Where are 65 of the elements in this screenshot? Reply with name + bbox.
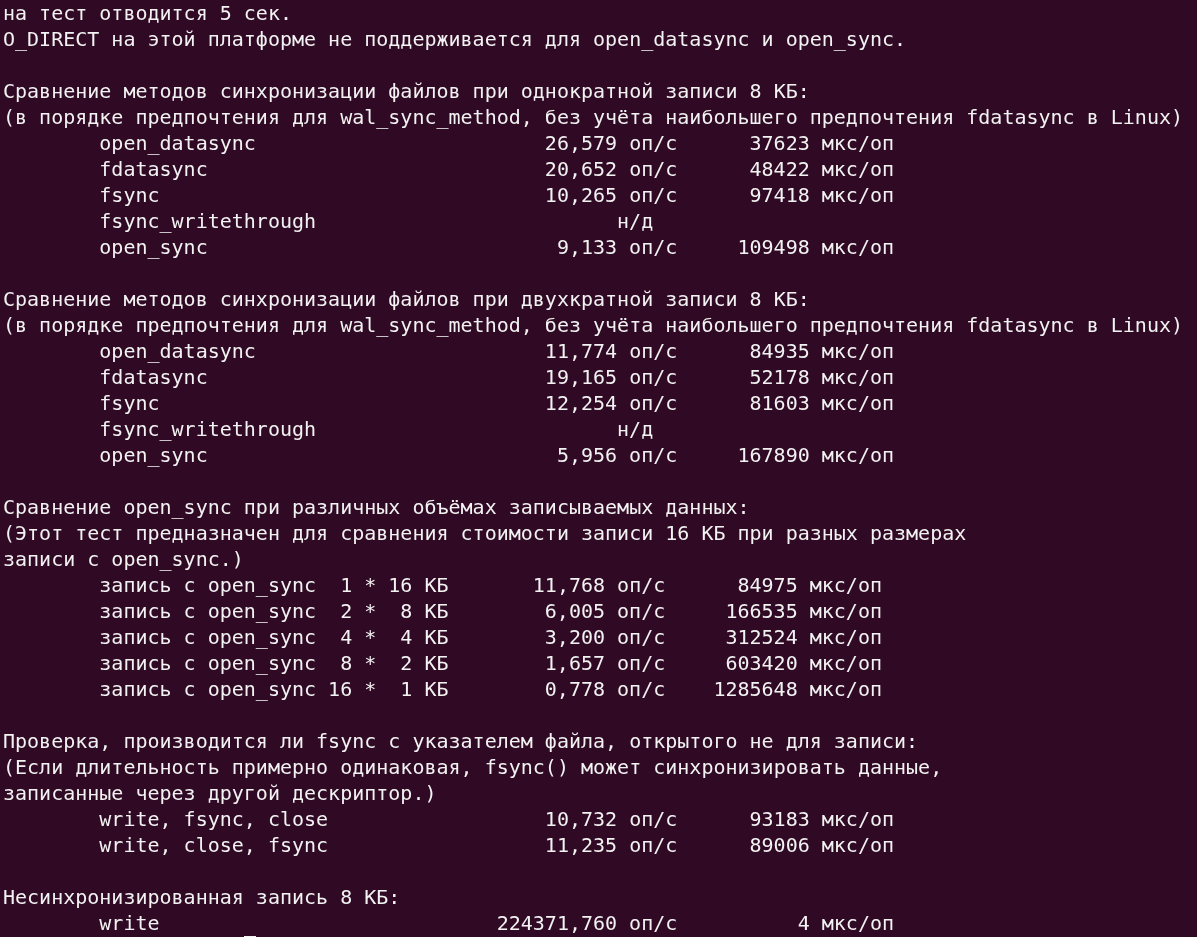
latency-value: 4 мкс/оп [797,910,895,936]
section-title: Сравнение методов синхронизации файлов при двухкратной записи 8 КБ: [3,287,810,311]
ops-rate: 9,133 оп/с [556,234,678,260]
ops-rate: 10,265 оп/с [544,182,678,208]
section-title: Проверка, производится ли fsync с указателем файла, открытого не для записи: [3,729,919,753]
ops-rate: 20,652 оп/с [544,156,678,182]
method-name: запись с open_sync 8 * 2 КБ [99,650,449,676]
method-name: write, close, fsync [99,832,329,858]
latency-value: 84975 мкс/оп [737,572,882,598]
ops-rate: 11,768 оп/с [532,572,666,598]
method-name: open_datasync [99,338,256,364]
latency-value: 109498 мкс/оп [737,234,895,260]
latency-value: 37623 мкс/оп [749,130,895,156]
latency-value: 52178 мкс/оп [749,364,895,390]
latency-value: 97418 мкс/оп [749,182,895,208]
method-name: write, fsync, close [99,806,329,832]
latency-value: 312524 мкс/оп [725,624,882,650]
ops-rate: 0,778 оп/с [544,676,666,702]
ops-rate: 11,774 оп/с [544,338,678,364]
method-name: write [99,910,160,936]
latency-value: 89006 мкс/оп [749,832,895,858]
section-title: Сравнение методов синхронизации файлов при однократной записи 8 КБ: [3,79,810,103]
latency-value: 166535 мкс/оп [725,598,882,624]
ops-rate: 19,165 оп/с [544,364,678,390]
ops-rate: 3,200 оп/с [544,624,666,650]
section-title: Сравнение open_sync при различных объёмах записываемых данных: [3,495,750,519]
note-line: (в порядке предпочтения для wal_sync_method, без учёта наибольшего предпочтения fdatasync в Linux) [3,313,1184,337]
method-name: fsync [99,390,160,416]
output-line: O_DIRECT на этой платформе не поддерживается для open_datasync и open_sync. [3,27,907,51]
note-line: записанные через другой дескриптор.) [3,781,437,805]
ops-rate: 224371,760 оп/с [496,910,678,936]
note-line: (в порядке предпочтения для wal_sync_method, без учёта наибольшего предпочтения fdatasync в Linux) [3,105,1184,129]
method-name: fdatasync [99,156,208,182]
latency-value: 1285648 мкс/оп [713,676,882,702]
latency-value: 48422 мкс/оп [749,156,895,182]
latency-value: 81603 мкс/оп [749,390,895,416]
method-name: open_datasync [99,130,256,156]
latency-value: 84935 мкс/оп [749,338,895,364]
latency-value: 93183 мкс/оп [749,806,895,832]
ops-rate: 26,579 оп/с [544,130,678,156]
method-name: fsync_writethrough [99,208,317,234]
ops-rate: 10,732 оп/с [544,806,678,832]
method-name: запись с open_sync 4 * 4 КБ [99,624,449,650]
ops-rate: 12,254 оп/с [544,390,678,416]
ops-rate: 1,657 оп/с [544,650,666,676]
note-line: записи с open_sync.) [3,547,244,571]
note-line: (Этот тест предназначен для сравнения стоимости записи 16 КБ при разных размерах [3,521,967,545]
method-name: запись с open_sync 1 * 16 КБ [99,572,449,598]
not-available-text: н/д [617,208,654,234]
latency-value: 167890 мкс/оп [737,442,895,468]
method-name: open_sync [99,234,208,260]
output-line: на тест отводится 5 сек. [3,1,292,25]
ops-rate: 5,956 оп/с [556,442,678,468]
latency-value: 603420 мкс/оп [725,650,882,676]
note-line: (Если длительность примерно одинаковая, fsync() может синхронизировать данные, [3,755,943,779]
ops-rate: 6,005 оп/с [544,598,666,624]
section-title: Несинхронизированная запись 8 КБ: [3,885,401,909]
method-name: fsync [99,182,160,208]
method-name: fdatasync [99,364,208,390]
method-name: запись с open_sync 16 * 1 КБ [99,676,449,702]
method-name: fsync_writethrough [99,416,317,442]
method-name: open_sync [99,442,208,468]
not-available-text: н/д [617,416,654,442]
ops-rate: 11,235 оп/с [544,832,678,858]
method-name: запись с open_sync 2 * 8 КБ [99,598,449,624]
